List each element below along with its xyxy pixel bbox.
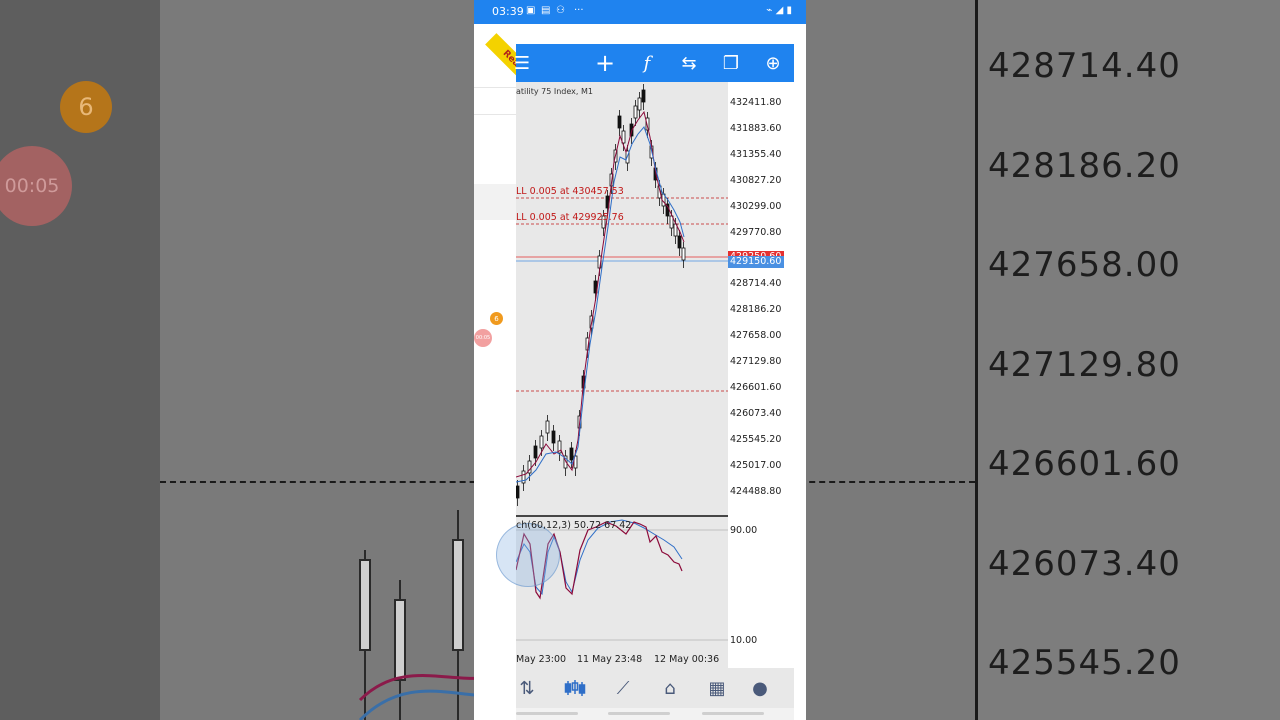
candles-icon-svg — [564, 680, 586, 696]
candle-body — [637, 97, 642, 111]
symbol-label: atility 75 Index, M1 — [516, 87, 593, 96]
quotes-icon[interactable]: ⇅ — [512, 674, 542, 702]
background-price-label: 427129.80 — [988, 345, 1181, 385]
order-label[interactable]: LL 0.005 at 430457.53 — [516, 186, 624, 197]
gallery-icon: ▤ — [541, 5, 551, 16]
background-timer: 00:05 — [0, 146, 72, 226]
price-axis-label: 425017.00 — [730, 460, 782, 471]
new-order-icon[interactable]: ⊕ — [758, 44, 788, 82]
gesture-bar — [516, 708, 794, 720]
background-price-axis: 428714.40 428186.20 427658.00 427129.80 … — [975, 0, 1280, 720]
gesture-handle — [516, 712, 578, 715]
time-axis-label: May 23:00 — [516, 654, 567, 665]
candlesticks — [516, 84, 686, 506]
indicator-icon[interactable]: f — [632, 44, 662, 82]
background-price-label: 427658.00 — [988, 245, 1181, 285]
background-price-label: 425545.20 — [988, 643, 1181, 683]
side-divider — [474, 114, 516, 115]
price-axis-label: 427129.80 — [730, 356, 782, 367]
osc-axis-label: 10.00 — [730, 635, 758, 646]
candle-body — [617, 115, 622, 129]
price-axis: 432411.80 431883.60 431355.40 430827.20 … — [728, 82, 794, 668]
background-price-label: 426073.40 — [988, 544, 1181, 584]
background-price-label: 426601.60 — [988, 444, 1181, 484]
order-label[interactable]: LL 0.005 at 429925.76 — [516, 212, 624, 223]
price-axis-label: 428714.40 — [730, 278, 782, 289]
crosshair-icon[interactable]: + — [590, 44, 620, 82]
fast-ma-line — [516, 110, 685, 478]
bid-price-tag: 429150.60 — [728, 256, 784, 268]
candle-body — [681, 247, 686, 261]
side-highlight — [474, 184, 516, 220]
more-icon: ··· — [574, 5, 584, 16]
video-icon: ▣ — [526, 5, 536, 16]
candle-body — [545, 420, 550, 434]
windows-icon[interactable]: ❐ — [716, 44, 746, 82]
gesture-handle — [608, 712, 670, 715]
objects-icon[interactable]: ⇆ — [674, 44, 704, 82]
candle-body — [633, 105, 638, 119]
price-axis-label: 432411.80 — [730, 97, 782, 108]
background-price-label: 428186.20 — [988, 146, 1181, 186]
price-axis-label: 427658.00 — [730, 330, 782, 341]
stochastic-label: ch(60,12,3) 50.72 67.42 — [516, 520, 632, 531]
gesture-handle — [702, 712, 764, 715]
price-axis-label: 431883.60 — [730, 123, 782, 134]
chart-area[interactable]: 432411.80 431883.60 431355.40 430827.20 … — [496, 82, 794, 668]
touch-indicator — [496, 523, 560, 587]
background-price-label: 428714.40 — [988, 46, 1181, 86]
price-axis-label: 424488.80 — [730, 486, 782, 497]
menu-icon[interactable]: ☰ — [507, 44, 537, 82]
status-time: 03:39 — [492, 5, 524, 18]
time-axis-label: 11 May 23:48 — [577, 654, 643, 665]
bottom-navigation: ⇅ ⟋ ⌂ ▦ ● — [516, 668, 794, 708]
trade-icon[interactable]: ⟋ — [608, 674, 638, 702]
timer-badge: 00:05 — [474, 329, 492, 347]
chart-icon[interactable] — [560, 674, 590, 702]
candle-body — [641, 89, 646, 103]
side-panel: Real 6 00:05 — [474, 24, 539, 720]
price-axis-label: 428186.20 — [730, 304, 782, 315]
price-axis-label: 426073.40 — [730, 408, 782, 419]
price-axis-label: 426601.60 — [730, 382, 782, 393]
price-axis-label: 430299.00 — [730, 201, 782, 212]
osc-axis-label: 90.00 — [730, 525, 758, 536]
messages-icon[interactable]: ● — [745, 674, 775, 702]
status-bar: 03:39 ▣ ▤ ⚇ ··· ⌁ ◢ ▮ — [474, 0, 806, 24]
price-axis-label: 429770.80 — [730, 227, 782, 238]
notification-badge[interactable]: 6 — [490, 312, 503, 325]
chart-toolbar: ☰ + f ⇆ ❐ ⊕ — [514, 44, 794, 82]
time-axis-label: 12 May 00:36 — [654, 654, 720, 665]
candle-body — [677, 235, 682, 249]
history-icon[interactable]: ⌂ — [655, 674, 685, 702]
candle-body — [533, 445, 538, 459]
phone-screen: 03:39 ▣ ▤ ⚇ ··· ⌁ ◢ ▮ Real 6 00:05 ☰ + f… — [474, 0, 806, 720]
background-badge: 6 — [60, 81, 112, 133]
candle-body — [569, 447, 574, 461]
signal-battery-icons: ⌁ ◢ ▮ — [766, 5, 792, 16]
price-axis-label: 430827.20 — [730, 175, 782, 186]
slow-ma-line — [516, 126, 685, 483]
network-icon: ⚇ — [556, 5, 565, 16]
price-axis-label: 425545.20 — [730, 434, 782, 445]
price-axis-label: 431355.40 — [730, 149, 782, 160]
side-divider — [474, 87, 516, 88]
candle-body — [516, 485, 520, 499]
candle-body — [539, 435, 544, 449]
candle-body — [551, 430, 556, 444]
news-icon[interactable]: ▦ — [702, 674, 732, 702]
